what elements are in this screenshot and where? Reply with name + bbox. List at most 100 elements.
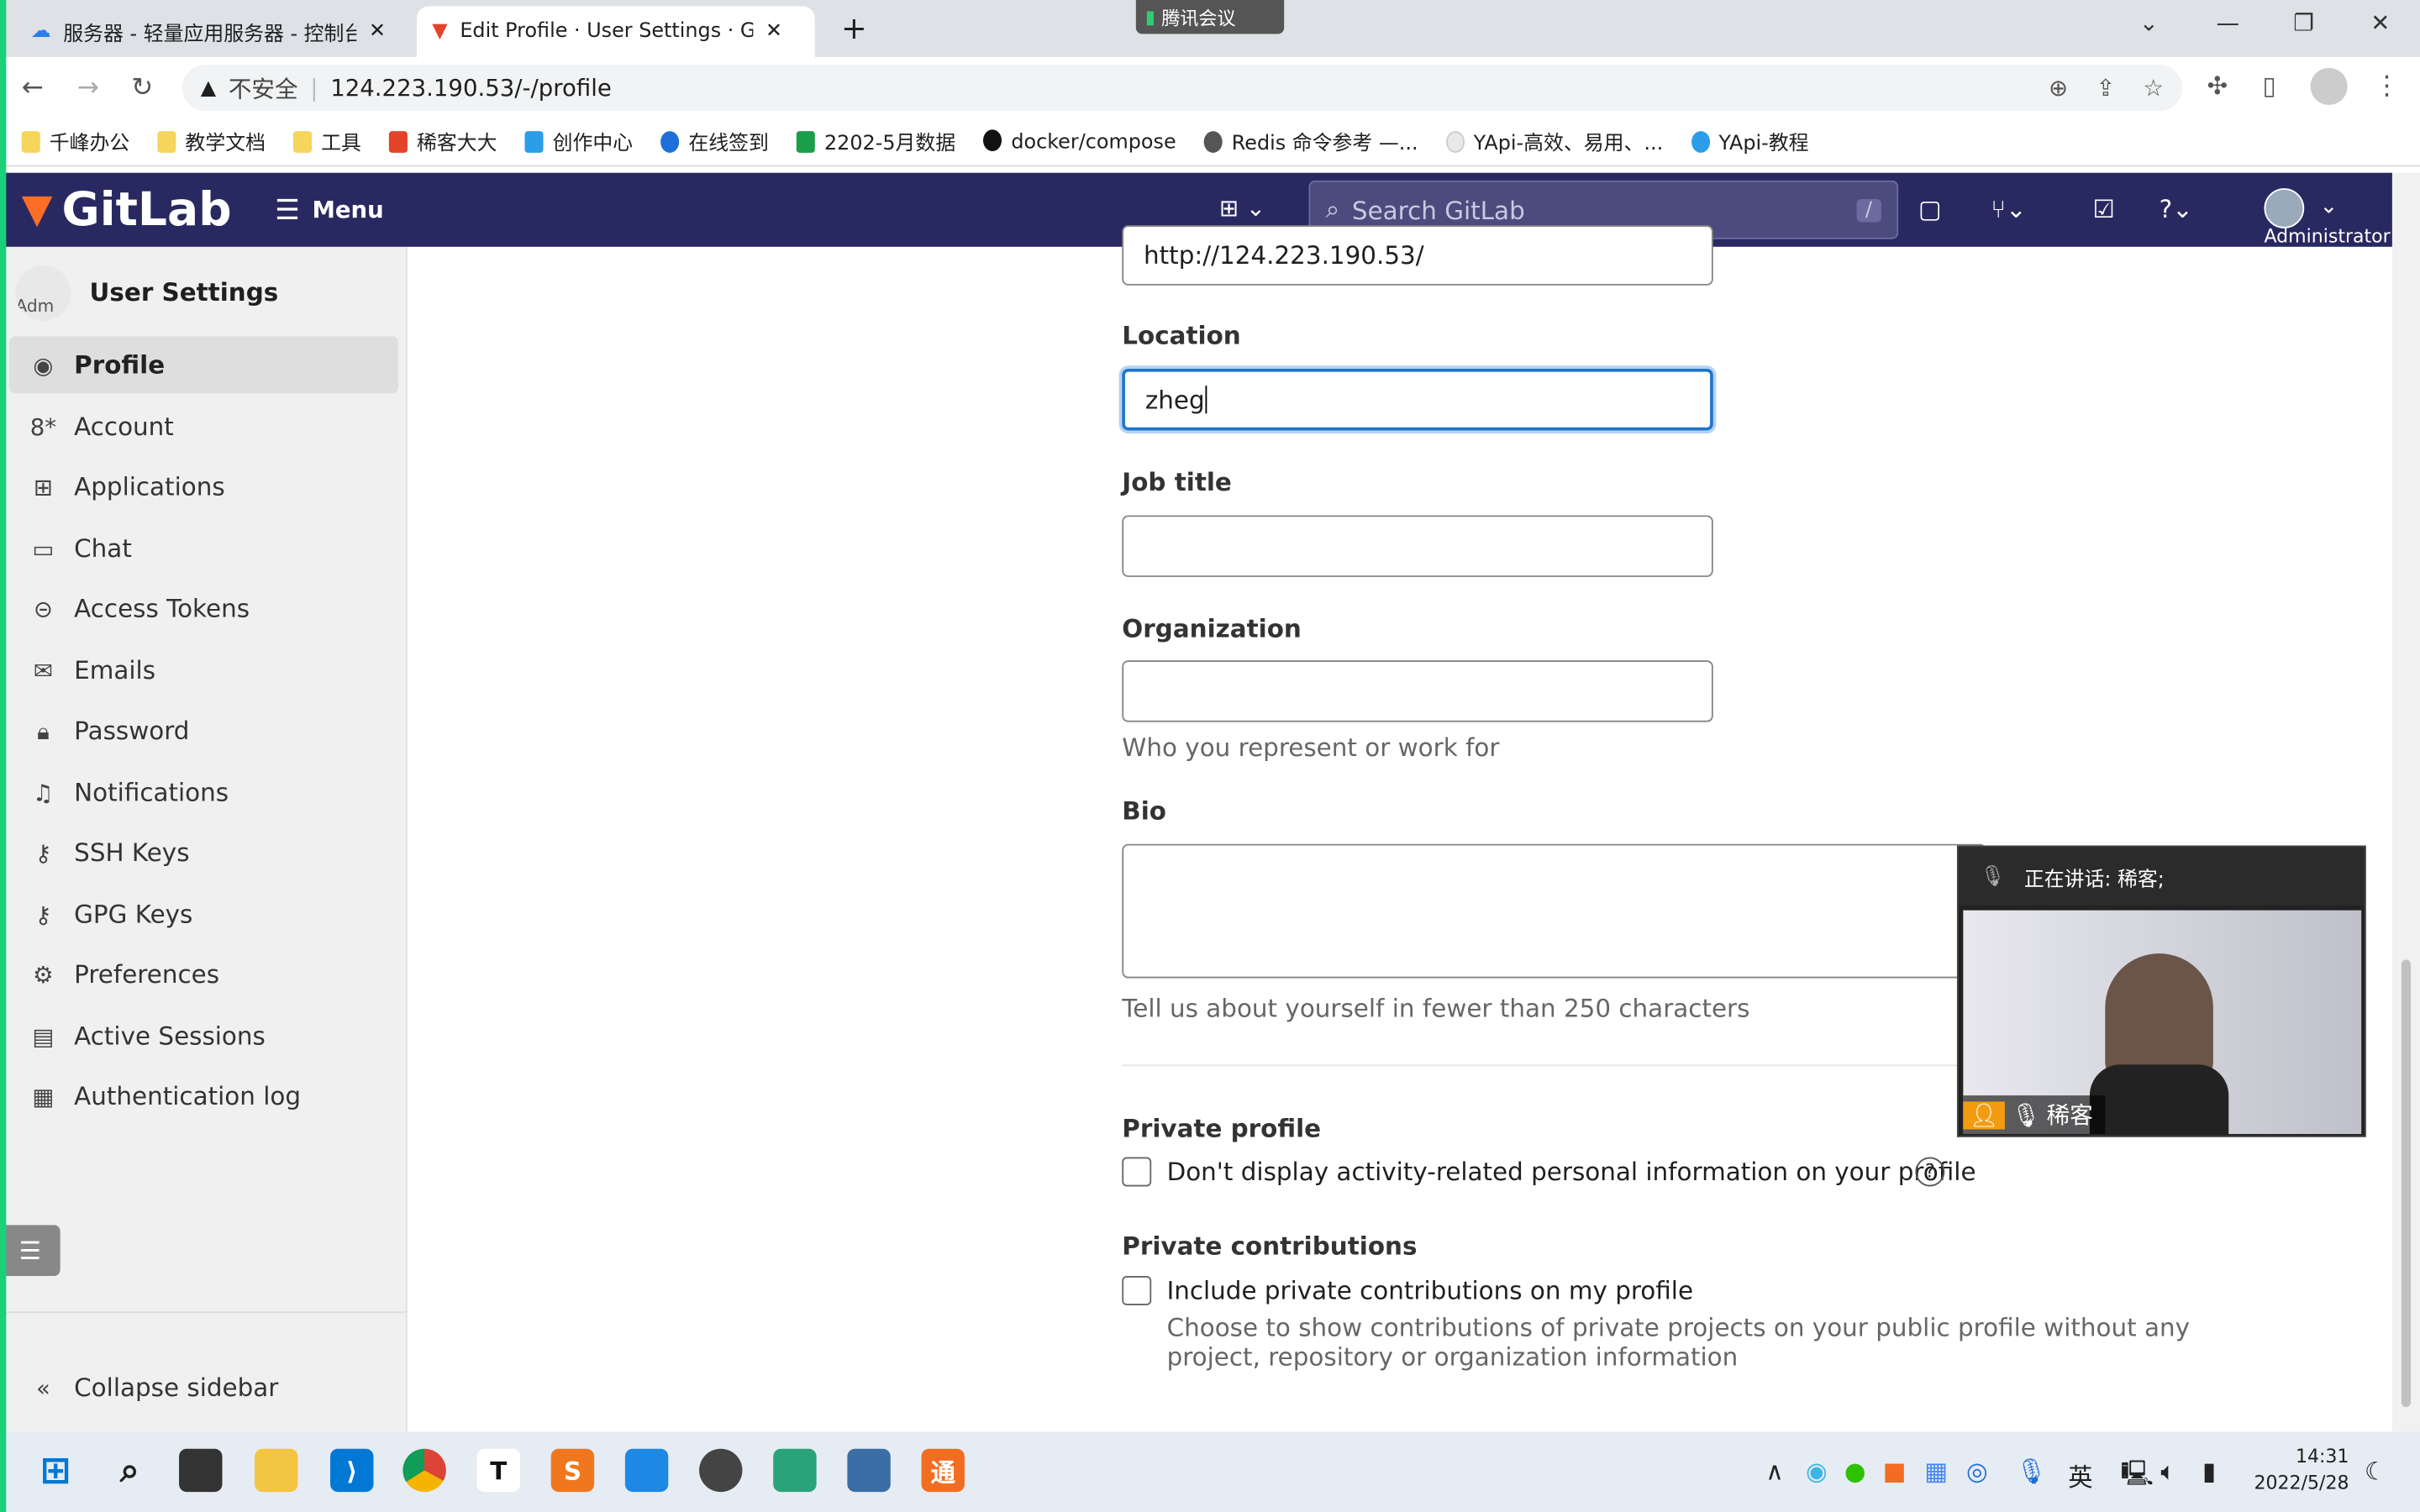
sidebar-item-gpg-keys[interactable]: ⚷ GPG Keys bbox=[9, 885, 398, 942]
wechat-icon[interactable]: ● bbox=[1844, 1457, 1866, 1486]
bookmark[interactable]: 2202-5月数据 bbox=[796, 127, 955, 156]
tong-tray-icon[interactable]: ■ bbox=[1883, 1457, 1907, 1486]
star-icon[interactable]: ☆ bbox=[2143, 74, 2164, 102]
todo-icon[interactable]: ☑ bbox=[2093, 194, 2115, 223]
meeting-badge[interactable]: ▮ 腾讯会议 bbox=[1135, 0, 1285, 34]
extensions-icon[interactable]: ✣ bbox=[2207, 71, 2228, 100]
help-icon[interactable]: ? bbox=[1915, 1157, 1945, 1187]
close-icon[interactable]: ✕ bbox=[369, 20, 386, 44]
tab-server-console[interactable]: ☁ 服务器 - 轻量应用服务器 - 控制台 ✕ bbox=[15, 6, 413, 57]
private-profile-checkbox[interactable] bbox=[1122, 1157, 1152, 1187]
bookmark[interactable]: 在线签到 bbox=[660, 127, 769, 156]
sidebar-item-chat[interactable]: ▭ Chat bbox=[9, 520, 398, 577]
sidebar-item-authentication-log[interactable]: ▦ Authentication log bbox=[9, 1068, 398, 1125]
sidebar-item-access-tokens[interactable]: ⊝ Access Tokens bbox=[9, 580, 398, 638]
search-icon[interactable]: ⌕ bbox=[108, 1449, 151, 1492]
forward-icon[interactable]: → bbox=[77, 72, 99, 103]
bookmark[interactable]: YApi-教程 bbox=[1691, 127, 1809, 156]
idea-icon[interactable] bbox=[773, 1448, 817, 1493]
sidebar-item-notifications[interactable]: ♫ Notifications bbox=[9, 764, 398, 821]
bookmark[interactable]: docker/compose bbox=[983, 129, 1176, 154]
help-icon[interactable]: ?⌄ bbox=[2160, 194, 2193, 223]
profile-avatar[interactable] bbox=[2310, 67, 2348, 105]
task-view-icon[interactable] bbox=[179, 1448, 223, 1493]
private-profile-check-label[interactable]: Don't display activity-related personal … bbox=[1167, 1158, 1976, 1187]
new-tab-button[interactable]: + bbox=[841, 9, 867, 46]
remote-desktop-icon[interactable] bbox=[847, 1448, 891, 1493]
photos-icon[interactable] bbox=[624, 1448, 669, 1493]
chevron-up-icon[interactable]: ∧ bbox=[1765, 1457, 1784, 1486]
tray-app-icon[interactable]: ▦ bbox=[1924, 1457, 1948, 1486]
sidebar-item-account[interactable]: 8* Account bbox=[9, 398, 398, 455]
gitlab-logo-icon[interactable]: ▼ bbox=[22, 186, 53, 233]
scrollbar[interactable] bbox=[2391, 172, 2420, 1432]
bookmark[interactable]: YApi-高效、易用、... bbox=[1445, 127, 1663, 156]
moon-icon[interactable]: ☾ bbox=[2365, 1457, 2386, 1486]
private-contributions-checkbox[interactable] bbox=[1122, 1275, 1152, 1305]
meeting-badge-label: 腾讯会议 bbox=[1161, 7, 1236, 29]
bookmark[interactable]: 教学文档 bbox=[157, 127, 266, 156]
share-icon[interactable]: ⇪ bbox=[2096, 74, 2115, 102]
vscode-icon[interactable]: ⟩ bbox=[330, 1448, 374, 1493]
user-name[interactable]: Administrator bbox=[2264, 225, 2390, 247]
microphone-icon[interactable]: 🎙︎ bbox=[2016, 1457, 2047, 1486]
tray-app-icon[interactable]: ◉ bbox=[1806, 1457, 1828, 1486]
bookmark[interactable]: 工具 bbox=[293, 127, 361, 156]
minimize-button[interactable]: — bbox=[2217, 9, 2240, 37]
sidebar-item-password[interactable]: 🔒︎ Password bbox=[9, 702, 398, 759]
address-bar[interactable]: ▲ 不安全 | 124.223.190.53/-/profile ⊕ ⇪ ☆ bbox=[182, 65, 2183, 112]
sidebar-title[interactable]: User Settings bbox=[90, 278, 279, 307]
chevron-down-icon[interactable]: ⌄ bbox=[2320, 194, 2338, 218]
sidebar-item-active-sessions[interactable]: ▤ Active Sessions bbox=[9, 1007, 398, 1064]
sublime-icon[interactable]: S bbox=[550, 1448, 595, 1493]
restore-button[interactable]: ❐ bbox=[2293, 9, 2314, 37]
zoom-icon[interactable]: ⊕ bbox=[2049, 74, 2068, 102]
private-contributions-check-label[interactable]: Include private contributions on my prof… bbox=[1167, 1276, 1693, 1305]
sidepanel-icon[interactable]: ▯ bbox=[2263, 71, 2276, 100]
sidebar-item-preferences[interactable]: ⚙ Preferences bbox=[9, 946, 398, 1003]
more-icon[interactable]: ⋮ bbox=[2374, 71, 2400, 102]
sidebar-item-emails[interactable]: ✉ Emails bbox=[9, 642, 398, 699]
close-window-button[interactable]: ✕ bbox=[2370, 9, 2390, 37]
website-input[interactable]: http://124.223.190.53/ bbox=[1122, 225, 1713, 286]
list-toggle-icon[interactable]: ☰ bbox=[0, 1225, 60, 1276]
user-avatar[interactable] bbox=[2264, 188, 2305, 228]
location-input[interactable]: zheg bbox=[1122, 368, 1713, 431]
start-icon[interactable]: ⊞ bbox=[34, 1449, 76, 1492]
merge-requests-icon[interactable]: ⑂⌄ bbox=[1991, 194, 2026, 223]
volume-icon[interactable]: 🔈︎ bbox=[2160, 1457, 2175, 1488]
tab-search-icon[interactable]: ⌄ bbox=[2139, 9, 2159, 37]
app-icon[interactable] bbox=[699, 1448, 743, 1493]
bio-textarea[interactable] bbox=[1122, 843, 1986, 979]
network-icon[interactable]: 🖳︎ bbox=[2121, 1457, 2154, 1499]
bookmark[interactable]: 千峰办公 bbox=[21, 127, 130, 156]
chrome-icon[interactable] bbox=[402, 1448, 446, 1493]
tong-icon[interactable]: 通 bbox=[921, 1448, 965, 1493]
battery-icon[interactable]: ▮ bbox=[2202, 1457, 2216, 1486]
organization-input[interactable] bbox=[1122, 660, 1713, 722]
file-explorer-icon[interactable] bbox=[255, 1448, 298, 1493]
ime-indicator[interactable]: 英 bbox=[2068, 1457, 2092, 1494]
gitlab-brand[interactable]: GitLab bbox=[61, 183, 231, 237]
clock[interactable]: 14:31 2022/5/28 bbox=[2254, 1444, 2349, 1496]
collapse-sidebar-button[interactable]: «Collapse sidebar bbox=[9, 1359, 398, 1416]
sidebar-item-applications[interactable]: ⊞ Applications bbox=[9, 459, 398, 516]
tab-edit-profile[interactable]: ▼ Edit Profile · User Settings · GitLab … bbox=[416, 6, 815, 57]
new-item-dropdown[interactable]: ⊞ ⌄ bbox=[1219, 194, 1265, 222]
issues-icon[interactable]: ▢ bbox=[1918, 194, 1942, 223]
typora-icon[interactable]: T bbox=[476, 1448, 520, 1493]
back-icon[interactable]: ← bbox=[22, 72, 44, 103]
hamburger-icon[interactable]: ☰ bbox=[275, 194, 300, 227]
bookmark[interactable]: Redis 命令参考 —... bbox=[1203, 127, 1418, 156]
job-title-input[interactable] bbox=[1122, 515, 1713, 577]
bookmark[interactable]: 创作中心 bbox=[524, 127, 633, 156]
menu-button[interactable]: Menu bbox=[312, 196, 383, 223]
reload-icon[interactable]: ↻ bbox=[131, 72, 153, 103]
sidebar-item-profile[interactable]: ◉ Profile bbox=[9, 336, 398, 394]
scrollbar-thumb[interactable] bbox=[2401, 959, 2411, 1408]
close-icon[interactable]: ✕ bbox=[765, 20, 782, 44]
bookmark[interactable]: 稀客大大 bbox=[388, 127, 497, 156]
meeting-video-window[interactable]: 🎙︎ 正在讲话: 稀客; 👤︎ 🎙︎ 稀客 bbox=[1956, 845, 2366, 1137]
q-tray-icon[interactable]: ◎ bbox=[1966, 1457, 1988, 1486]
sidebar-item-ssh-keys[interactable]: ⚷ SSH Keys bbox=[9, 824, 398, 881]
